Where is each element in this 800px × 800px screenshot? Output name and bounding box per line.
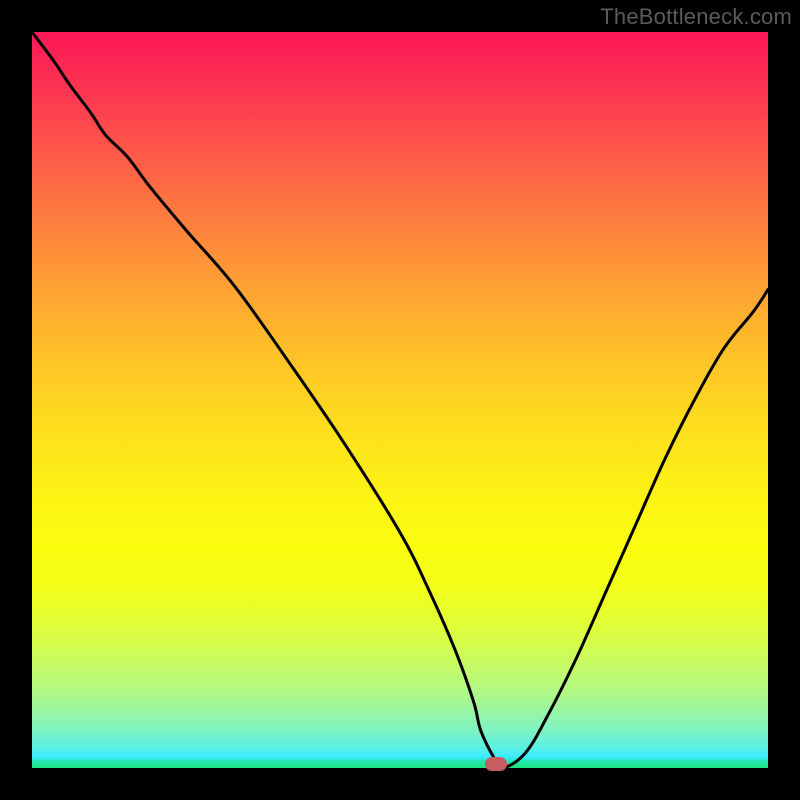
chart-stage: TheBottleneck.com [0, 0, 800, 800]
watermark-text: TheBottleneck.com [600, 4, 792, 30]
plot-area [32, 32, 768, 768]
optimal-marker [485, 757, 507, 771]
